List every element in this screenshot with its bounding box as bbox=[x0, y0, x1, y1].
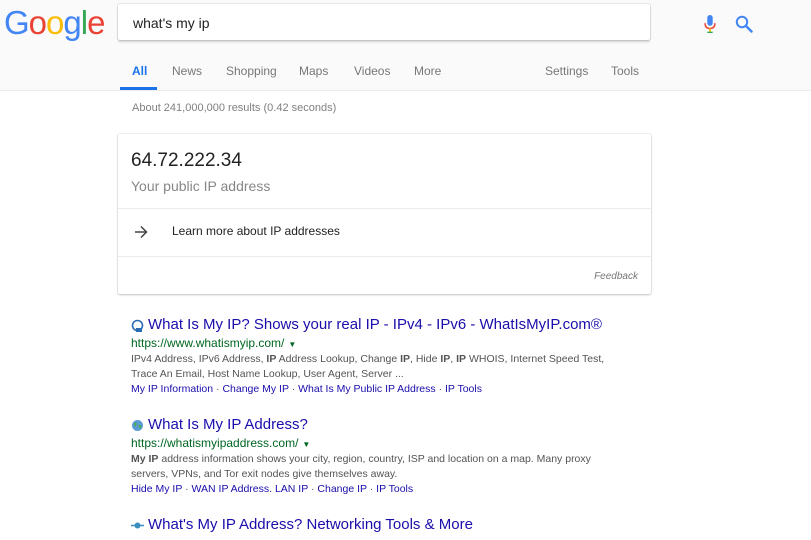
logo-letter: o bbox=[28, 4, 47, 41]
logo-letter: g bbox=[63, 4, 81, 41]
card-divider bbox=[118, 208, 651, 209]
search-result: What's My IP Address? Networking Tools &… bbox=[131, 516, 651, 536]
ip-address-value: 64.72.222.34 bbox=[131, 150, 242, 171]
ip-answer-card: 64.72.222.34 Your public IP address Lear… bbox=[118, 134, 651, 294]
microphone-icon[interactable] bbox=[703, 15, 717, 33]
search-tabs: All News Shopping Maps Videos More Setti… bbox=[0, 56, 811, 90]
top-bar: Google All News Shopping Maps Videos Mor… bbox=[0, 0, 811, 91]
search-box bbox=[118, 4, 753, 40]
search-result: What Is My IP Address? https://whatismyi… bbox=[131, 416, 651, 497]
sitelink[interactable]: My IP Information bbox=[131, 383, 213, 395]
result-stats: About 241,000,000 results (0.42 seconds) bbox=[132, 102, 337, 114]
sitelink[interactable]: Hide My IP bbox=[131, 483, 182, 495]
logo-letter: e bbox=[87, 4, 105, 41]
active-tab-indicator bbox=[120, 87, 157, 90]
sitelink[interactable]: IP Tools bbox=[376, 483, 413, 495]
globe-favicon-icon bbox=[132, 420, 143, 431]
tab-shopping[interactable]: Shopping bbox=[226, 64, 277, 78]
sitelink[interactable]: IP Tools bbox=[445, 383, 482, 395]
result-url-text: https://whatismyipaddress.com/ bbox=[131, 436, 299, 450]
search-result: What Is My IP? Shows your real IP - IPv4… bbox=[131, 316, 651, 397]
search-icon[interactable] bbox=[735, 15, 753, 33]
result-title-link[interactable]: What Is My IP? Shows your real IP - IPv4… bbox=[148, 316, 602, 333]
learn-more-link[interactable]: Learn more about IP addresses bbox=[172, 224, 340, 238]
sitelink[interactable]: What Is My Public IP Address bbox=[298, 383, 436, 395]
url-dropdown-icon[interactable]: ▼ bbox=[302, 440, 310, 449]
sitelinks: My IP Information · Change My IP · What … bbox=[131, 383, 482, 395]
arrow-right-icon bbox=[135, 225, 148, 239]
sitelink[interactable]: WAN IP Address. LAN IP bbox=[192, 483, 309, 495]
card-divider bbox=[118, 256, 651, 257]
search-input[interactable] bbox=[131, 12, 575, 34]
sitelinks: Hide My IP · WAN IP Address. LAN IP · Ch… bbox=[131, 483, 414, 495]
tab-settings[interactable]: Settings bbox=[545, 64, 588, 78]
tab-videos[interactable]: Videos bbox=[354, 64, 390, 78]
google-logo[interactable]: Google bbox=[4, 4, 105, 42]
tab-maps[interactable]: Maps bbox=[299, 64, 328, 78]
sitelink[interactable]: Change My IP bbox=[222, 383, 288, 395]
result-url-text: https://www.whatismyip.com/ bbox=[131, 336, 285, 350]
network-favicon-icon bbox=[131, 522, 144, 529]
whatismyip-favicon-icon bbox=[131, 319, 144, 332]
result-snippet: IPv4 Address, IPv6 Address, IP Address L… bbox=[131, 353, 605, 380]
tab-tools[interactable]: Tools bbox=[611, 64, 639, 78]
sitelink[interactable]: Change IP bbox=[317, 483, 366, 495]
result-url[interactable]: https://www.whatismyip.com/▼ bbox=[131, 336, 651, 352]
result-title-link[interactable]: What's My IP Address? Networking Tools &… bbox=[148, 516, 473, 533]
feedback-link[interactable]: Feedback bbox=[594, 271, 638, 282]
tab-more[interactable]: More bbox=[414, 64, 441, 78]
ip-address-caption: Your public IP address bbox=[131, 178, 271, 194]
result-title-link[interactable]: What Is My IP Address? bbox=[148, 416, 308, 433]
logo-letter: o bbox=[46, 4, 64, 41]
url-dropdown-icon[interactable]: ▼ bbox=[288, 340, 296, 349]
tab-news[interactable]: News bbox=[172, 64, 202, 78]
result-url[interactable]: https://whatismyipaddress.com/▼ bbox=[131, 436, 651, 452]
tab-all[interactable]: All bbox=[132, 64, 147, 78]
result-snippet: My IP address information shows your cit… bbox=[131, 453, 591, 480]
logo-letter: G bbox=[4, 4, 30, 41]
